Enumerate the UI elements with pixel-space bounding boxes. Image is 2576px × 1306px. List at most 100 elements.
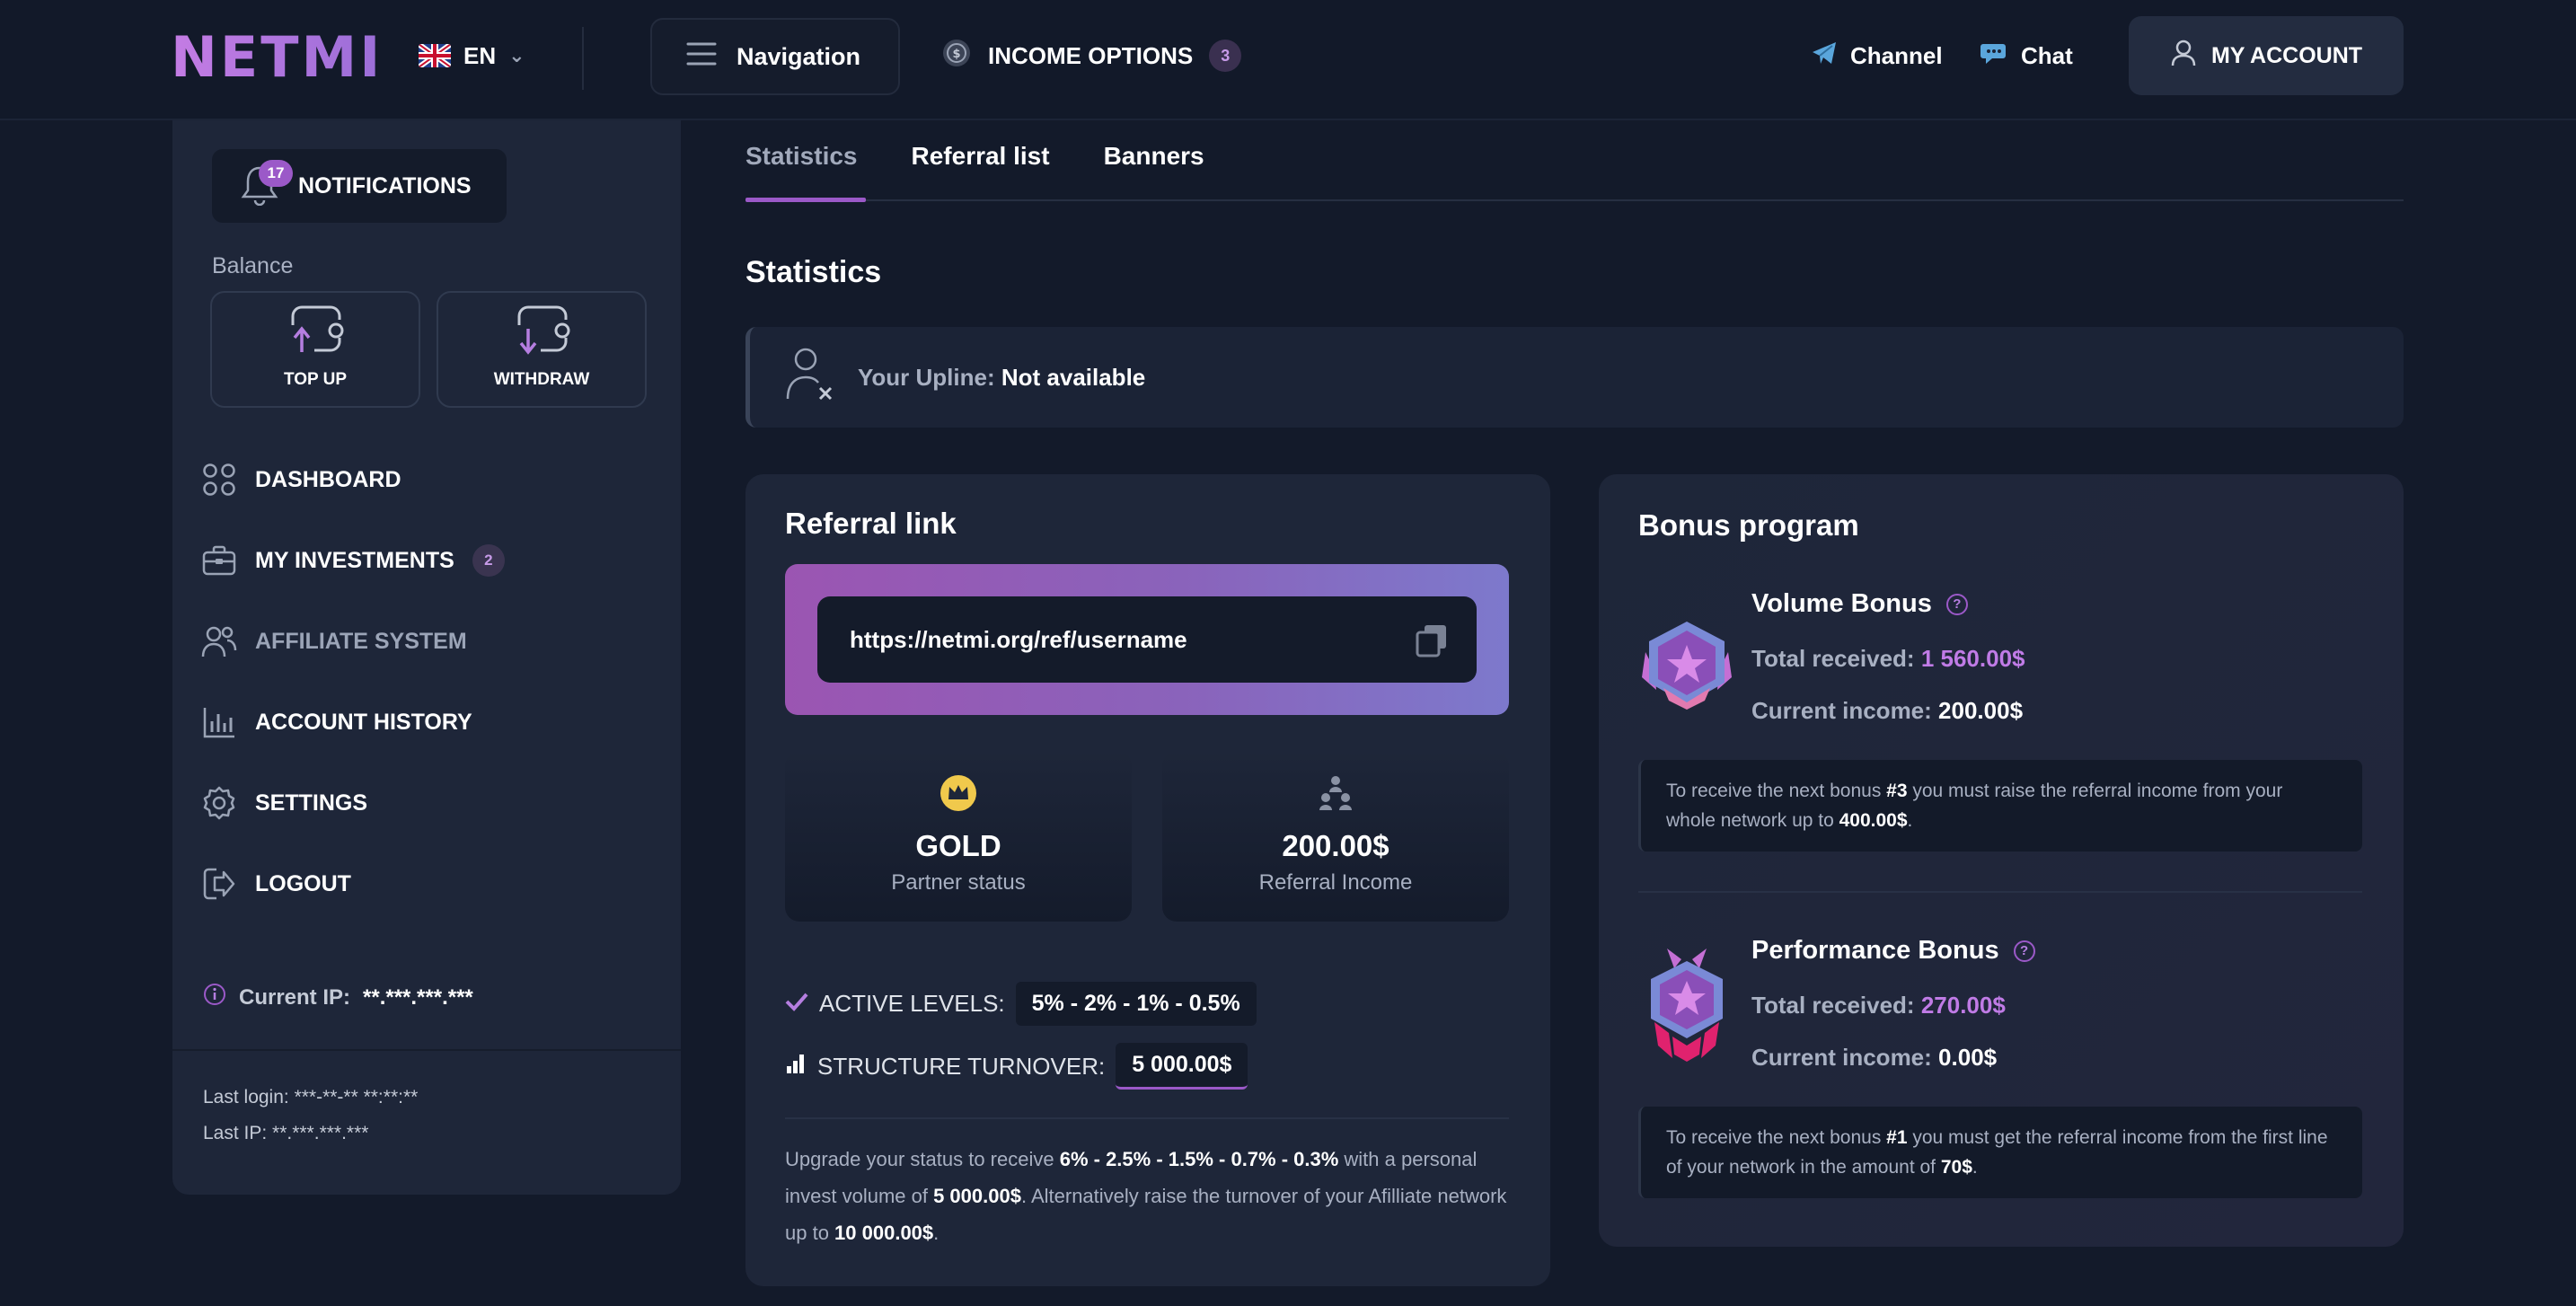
logo[interactable]: NETMI — [171, 30, 383, 85]
performance-bonus-total: Total received: 270.00$ — [1751, 992, 2006, 1019]
upline-info: Your Upline: Not available — [745, 327, 2404, 428]
signal-bars-icon — [785, 1053, 807, 1081]
channel-link[interactable]: Channel — [1811, 38, 1943, 74]
logout-icon — [201, 866, 237, 902]
my-account-button[interactable]: MY ACCOUNT — [2129, 16, 2404, 95]
tab-divider — [745, 199, 2404, 201]
upline-value: Not available — [1001, 363, 1146, 391]
performance-bonus-note: To receive the next bonus #1 you must ge… — [1638, 1107, 2362, 1198]
bonus-title: Bonus program — [1638, 508, 1859, 542]
info-icon — [203, 983, 226, 1012]
top-up-button[interactable]: TOP UP — [210, 291, 420, 408]
channel-label: Channel — [1850, 41, 1943, 69]
sidebar-item-label: MY INVESTMENTS — [255, 547, 454, 573]
performance-bonus-current: Current income: 0.00$ — [1751, 1044, 1998, 1071]
network-icon — [1317, 774, 1354, 816]
notifications-count-badge: 17 — [259, 160, 293, 187]
language-selector[interactable]: EN ⌄ — [419, 40, 525, 72]
volume-bonus-title: Volume Bonus ? — [1751, 589, 1968, 619]
income-options-button[interactable]: $ INCOME OPTIONS 3 — [941, 36, 1242, 75]
referral-link-container: https://netmi.org/ref/username — [785, 564, 1509, 715]
referral-link-text: https://netmi.org/ref/username — [850, 625, 1187, 653]
tab-statistics[interactable]: Statistics — [745, 142, 858, 205]
notifications-button[interactable]: 17 NOTIFICATIONS — [212, 149, 507, 223]
bar-chart-icon — [201, 704, 237, 740]
uk-flag-icon — [419, 44, 451, 67]
sidebar-item-dashboard[interactable]: DASHBOARD — [201, 458, 401, 501]
active-tab-indicator — [745, 198, 866, 202]
help-icon[interactable]: ? — [1945, 593, 1968, 615]
partner-status-box: GOLD Partner status — [785, 751, 1132, 922]
upgrade-text: Upgrade your status to receive 6% - 2.5%… — [785, 1148, 1507, 1244]
partner-status-value: GOLD — [915, 829, 1001, 862]
chevron-down-icon: ⌄ — [508, 44, 525, 66]
sidebar-item-label: LOGOUT — [255, 870, 351, 896]
referral-title: Referral link — [785, 507, 957, 540]
top-up-label: TOP UP — [283, 370, 348, 389]
last-login: Last login: ***-**-** **:**:** — [203, 1087, 419, 1107]
volume-bonus-medal-icon — [1642, 622, 1732, 710]
chat-icon — [1980, 40, 2008, 72]
current-ip-value: **.***.***.*** — [363, 984, 473, 1010]
tab-referral-list[interactable]: Referral list — [912, 142, 1050, 205]
bonus-card: Bonus program Volume Bonus ? Total recei… — [1599, 474, 2404, 1247]
navigation-button[interactable]: Navigation — [650, 18, 900, 95]
current-ip-label: Current IP: — [239, 984, 351, 1010]
briefcase-icon — [201, 543, 237, 578]
volume-bonus-total: Total received: 1 560.00$ — [1751, 645, 2025, 672]
copy-icon[interactable] — [1416, 623, 1448, 664]
active-levels-label: ACTIVE LEVELS: — [819, 989, 1005, 1017]
top-header: NETMI EN ⌄ Navigation $ INCOME OPTIONS 3 — [0, 0, 2576, 120]
income-options-count: 3 — [1209, 40, 1242, 72]
sidebar-item-label: SETTINGS — [255, 790, 368, 816]
svg-text:$: $ — [952, 48, 960, 61]
coin-icon: $ — [941, 38, 972, 75]
sidebar-item-label: AFFILIATE SYSTEM — [255, 628, 467, 654]
hamburger-icon — [686, 41, 717, 73]
navigation-label: Navigation — [737, 42, 861, 70]
help-icon[interactable]: ? — [2013, 940, 2035, 962]
tab-banners[interactable]: Banners — [1104, 142, 1204, 205]
performance-bonus-title: Performance Bonus ? — [1751, 936, 2035, 966]
sidebar-item-settings[interactable]: SETTINGS — [201, 781, 367, 825]
referral-divider — [785, 1117, 1509, 1119]
header-divider — [582, 27, 584, 90]
sidebar-item-affiliate-system[interactable]: AFFILIATE SYSTEM — [201, 620, 467, 663]
income-options-label: INCOME OPTIONS — [988, 41, 1194, 69]
notifications-label: NOTIFICATIONS — [298, 172, 472, 199]
withdraw-label: WITHDRAW — [493, 370, 590, 389]
referral-income-value: 200.00$ — [1282, 829, 1389, 862]
structure-turnover-label: STRUCTURE TURNOVER: — [817, 1052, 1106, 1080]
performance-bonus-medal-icon — [1651, 949, 1723, 1062]
sidebar: 17 NOTIFICATIONS Balance TOP UP WITHDRAW… — [172, 120, 681, 1195]
active-levels-value: 5% - 2% - 1% - 0.5% — [1015, 981, 1257, 1026]
crown-icon — [940, 774, 977, 816]
referral-card: Referral link https://netmi.org/ref/user… — [745, 474, 1550, 1286]
chat-link[interactable]: Chat — [1980, 38, 2073, 74]
sidebar-item-account-history[interactable]: ACCOUNT HISTORY — [201, 701, 472, 744]
dashboard-icon — [201, 462, 237, 498]
structure-turnover-value: 5 000.00$ — [1116, 1043, 1248, 1090]
withdraw-icon — [510, 304, 573, 361]
referral-link-field[interactable]: https://netmi.org/ref/username — [817, 596, 1477, 683]
sidebar-divider — [172, 1049, 681, 1051]
user-x-icon — [784, 347, 838, 409]
withdraw-button[interactable]: WITHDRAW — [437, 291, 647, 408]
structure-turnover-row: STRUCTURE TURNOVER: 5 000.00$ — [785, 1043, 1248, 1090]
bonus-divider — [1638, 891, 2362, 893]
upline-label: Your Upline: — [858, 363, 995, 391]
sidebar-item-label: ACCOUNT HISTORY — [255, 709, 472, 735]
gear-icon — [201, 785, 237, 821]
referral-income-box: 200.00$ Referral Income — [1162, 751, 1509, 922]
balance-label: Balance — [212, 253, 294, 278]
check-icon — [785, 990, 808, 1018]
investments-count-badge: 2 — [472, 544, 505, 577]
sidebar-item-logout[interactable]: LOGOUT — [201, 862, 351, 905]
language-label: EN — [463, 41, 497, 69]
telegram-icon — [1811, 40, 1838, 72]
page-title: Statistics — [745, 255, 882, 289]
referral-income-label: Referral Income — [1258, 870, 1413, 895]
sidebar-item-my-investments[interactable]: MY INVESTMENTS 2 — [201, 539, 505, 582]
top-up-icon — [284, 304, 347, 361]
partner-status-label: Partner status — [891, 870, 1026, 895]
